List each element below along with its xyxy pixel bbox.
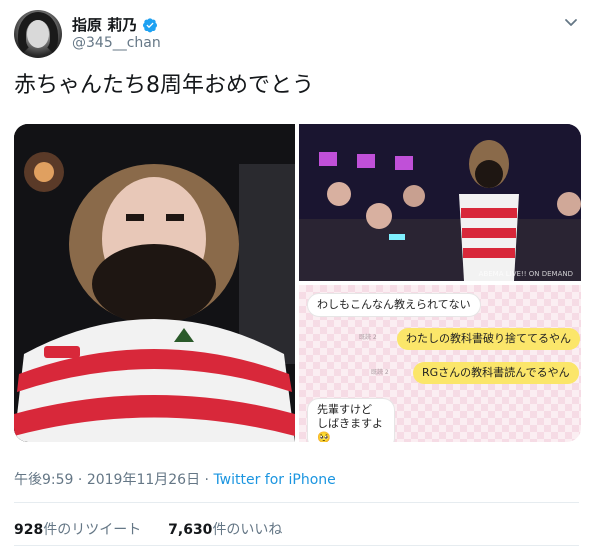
- separator: ·: [77, 472, 83, 488]
- tweet-date[interactable]: 2019年11月26日: [87, 472, 200, 488]
- name-row: 指原 莉乃: [72, 14, 158, 35]
- like-label: 件のいいね: [212, 522, 283, 538]
- chat-message-right: RGさんの教科書読んでるやん: [413, 362, 579, 384]
- like-stat[interactable]: 7,630件のいいね: [168, 522, 282, 538]
- chat-message-left: わしもこんなん教えられてない: [307, 293, 481, 317]
- tweet-time[interactable]: 午後9:59: [14, 472, 73, 488]
- tweet-stats: 928件のリツイート 7,630件のいいね: [14, 519, 282, 539]
- photo-2-illustration: [299, 124, 581, 281]
- photo-1-illustration: [14, 124, 295, 442]
- user-handle[interactable]: @345__chan: [72, 35, 161, 51]
- retweet-count: 928: [14, 522, 44, 538]
- display-name[interactable]: 指原 莉乃: [72, 14, 137, 35]
- chat-read-label: 既読 2: [359, 334, 377, 341]
- like-count: 7,630: [168, 522, 213, 538]
- divider: [14, 545, 579, 546]
- avatar[interactable]: [14, 10, 62, 58]
- retweet-stat[interactable]: 928件のリツイート: [14, 522, 141, 538]
- chat-line: 先輩すけど: [317, 403, 372, 416]
- chat-line: しばきますよ🥺: [317, 417, 383, 442]
- separator: ·: [204, 472, 209, 488]
- photo-2[interactable]: ABEMA LIVE!! ON DEMAND: [299, 124, 581, 281]
- avatar-face: [27, 20, 49, 48]
- retweet-label: 件のリツイート: [43, 522, 142, 538]
- tweet-timestamp: 午後9:59 · 2019年11月26日 · Twitter for iPhon…: [14, 469, 336, 489]
- tweet-source-link[interactable]: Twitter for iPhone: [213, 472, 335, 488]
- photo-1[interactable]: [14, 124, 295, 442]
- photo-3-chat-screenshot[interactable]: わしもこんなん教えられてない 既読 2 わたしの教科書破り捨ててるやん 既読 2…: [299, 285, 581, 442]
- chevron-down-icon[interactable]: [563, 14, 579, 30]
- chat-message-right: わたしの教科書破り捨ててるやん: [397, 328, 580, 350]
- tweet-text: 赤ちゃんたち8周年おめでとう: [14, 73, 314, 98]
- video-watermark: ABEMA LIVE!! ON DEMAND: [478, 270, 573, 278]
- divider: [14, 502, 579, 503]
- media-grid: ABEMA LIVE!! ON DEMAND わしもこんなん教えられてない 既読…: [14, 124, 581, 442]
- chat-read-label: 既読 2: [371, 369, 389, 376]
- verified-badge-icon: [143, 17, 158, 32]
- tweet-header: 指原 莉乃 @345__chan: [14, 8, 579, 60]
- chat-message-left: 先輩すけど しばきますよ🥺: [307, 398, 395, 442]
